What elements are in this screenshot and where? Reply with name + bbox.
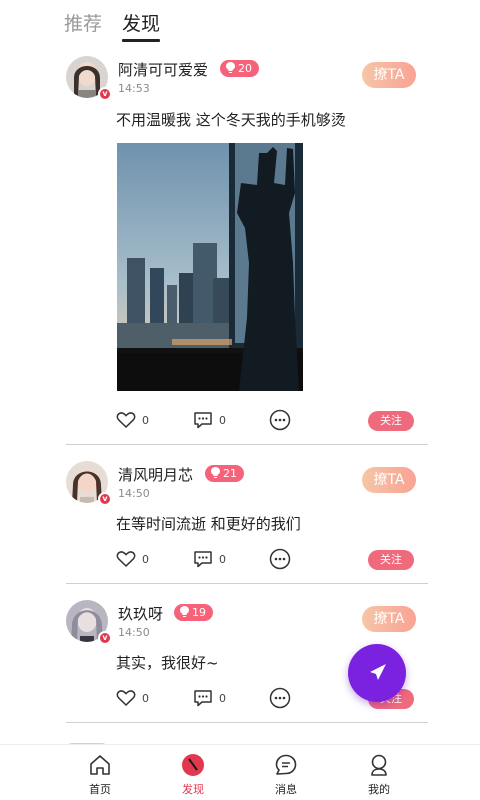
tab-discover[interactable]: 发现 (122, 9, 161, 42)
comment-icon (194, 412, 212, 429)
comment-button[interactable]: 0 (193, 409, 226, 431)
level-value: 19 (192, 606, 206, 619)
message-icon (275, 754, 297, 775)
like-button[interactable]: 0 (116, 548, 149, 570)
more-icon (269, 687, 291, 709)
level-badge: 21 (205, 465, 244, 482)
send-icon (370, 664, 386, 680)
post-author-name[interactable]: 清风明月芯 (118, 464, 193, 485)
post-time: 14:50 (118, 626, 150, 639)
tease-button[interactable]: 撩TA (362, 467, 416, 493)
publish-button[interactable] (348, 644, 406, 702)
bulb-icon (226, 62, 235, 73)
level-value: 20 (238, 62, 252, 75)
post-photo[interactable] (117, 143, 303, 391)
like-count: 0 (142, 552, 149, 566)
more-icon (269, 548, 291, 570)
comment-icon (194, 690, 212, 707)
post-content: 其实，我很好~ (116, 654, 219, 672)
nav-home[interactable]: 首页 (60, 751, 140, 797)
more-button[interactable] (269, 687, 291, 709)
heart-icon (116, 412, 136, 429)
active-tab-underline (122, 39, 161, 42)
post-card: v 清风明月芯 21 14:50 撩TA 在等时间流逝 和更好的我们 0 0 关… (66, 445, 428, 585)
bulb-icon (211, 467, 220, 478)
discover-icon (182, 754, 204, 776)
avatar[interactable]: v (66, 600, 112, 645)
post-actions: 0 0 关注 (116, 409, 428, 431)
level-badge: 19 (174, 604, 213, 621)
avatar[interactable]: v (66, 461, 112, 506)
comment-button[interactable]: 0 (193, 687, 226, 709)
tab-recommend[interactable]: 推荐 (64, 9, 102, 36)
feed-list[interactable]: v 阿清可可爱爱 20 14:53 撩TA 不用温暖我 这个冬天我的手机够烫 0… (0, 44, 480, 744)
comment-count: 0 (219, 552, 226, 566)
comment-icon (194, 551, 212, 568)
level-value: 21 (223, 467, 237, 480)
like-button[interactable]: 0 (116, 687, 149, 709)
top-tab-bar: 推荐 发现 (0, 0, 480, 44)
post-author-name[interactable]: 玖玖呀 (118, 603, 163, 624)
verified-badge-icon: v (98, 631, 112, 645)
verified-badge-icon: v (98, 87, 112, 101)
heart-icon (116, 551, 136, 568)
post-content: 在等时间流逝 和更好的我们 (116, 515, 301, 533)
nav-messages[interactable]: 消息 (246, 751, 326, 797)
verified-badge-icon: v (98, 492, 112, 506)
nav-profile-label: 我的 (368, 783, 390, 796)
bottom-nav: 首页 发现 消息 我的 (0, 744, 480, 800)
more-button[interactable] (269, 409, 291, 431)
like-count: 0 (142, 413, 149, 427)
nav-discover-label: 发现 (182, 783, 204, 796)
more-icon (269, 409, 291, 431)
avatar[interactable]: v (66, 56, 112, 101)
comment-button[interactable]: 0 (193, 548, 226, 570)
like-count: 0 (142, 691, 149, 705)
follow-button[interactable]: 关注 (368, 550, 414, 570)
comment-count: 0 (219, 691, 226, 705)
more-button[interactable] (269, 548, 291, 570)
home-icon (90, 755, 110, 775)
profile-icon (371, 754, 387, 776)
bulb-icon (180, 606, 189, 617)
comment-count: 0 (219, 413, 226, 427)
nav-messages-label: 消息 (275, 783, 297, 796)
post-content: 不用温暖我 这个冬天我的手机够烫 (116, 111, 346, 129)
heart-icon (116, 690, 136, 707)
follow-button[interactable]: 关注 (368, 411, 414, 431)
post-time: 14:50 (118, 487, 150, 500)
post-author-name[interactable]: 阿清可可爱爱 (118, 59, 208, 80)
nav-discover[interactable]: 发现 (153, 751, 233, 797)
tease-button[interactable]: 撩TA (362, 62, 416, 88)
tease-button[interactable]: 撩TA (362, 606, 416, 632)
level-badge: 20 (220, 60, 259, 77)
nav-home-label: 首页 (89, 783, 111, 796)
post-divider (66, 722, 428, 723)
post-time: 14:53 (118, 82, 150, 95)
tab-discover-label: 发现 (122, 13, 161, 35)
nav-profile[interactable]: 我的 (339, 751, 419, 797)
post-actions: 0 0 关注 (116, 548, 428, 570)
post-card: v 阿清可可爱爱 20 14:53 撩TA 不用温暖我 这个冬天我的手机够烫 0… (66, 44, 428, 446)
like-button[interactable]: 0 (116, 409, 149, 431)
